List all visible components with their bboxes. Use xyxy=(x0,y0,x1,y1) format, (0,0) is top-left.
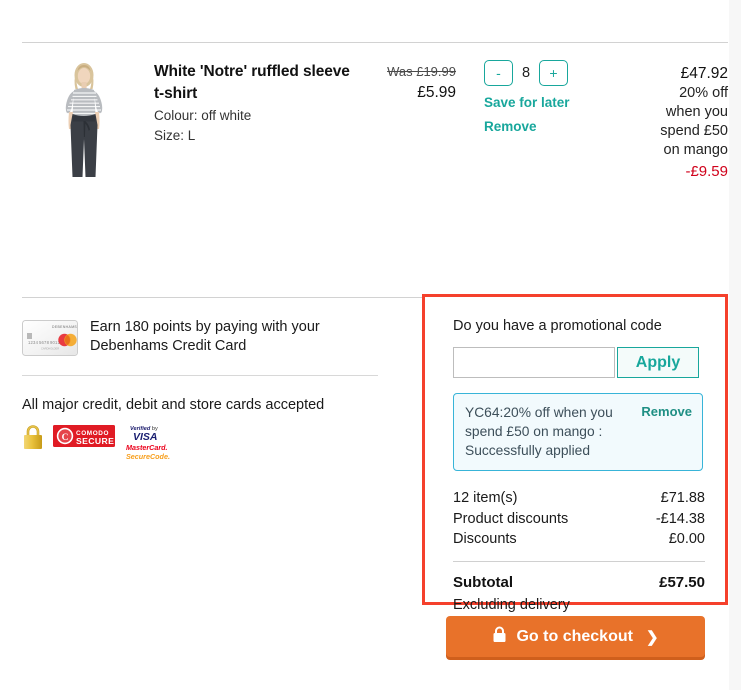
page-content: White 'Notre' ruffled sleeve t-shirt Col… xyxy=(0,0,729,690)
apply-promo-button[interactable]: Apply xyxy=(617,347,699,378)
total-row-product-discounts-label: Product discounts xyxy=(453,510,569,527)
product-thumbnail[interactable] xyxy=(52,58,116,180)
svg-text:1234: 1234 xyxy=(28,340,39,345)
verified-by-visa-mastercard-securecode-badge: Verified by VISA MasterCard. SecureCode. xyxy=(124,423,184,468)
line-promo-note-4: on mango xyxy=(663,142,729,158)
increase-quantity-button[interactable]: + xyxy=(539,60,568,86)
chevron-right-icon: ❯ xyxy=(645,628,659,646)
promo-code-input[interactable] xyxy=(453,347,615,378)
subtotal-note: Excluding delivery xyxy=(453,596,570,613)
svg-text:MasterCard.: MasterCard. xyxy=(126,443,168,452)
product-info: White 'Notre' ruffled sleeve t-shirt Col… xyxy=(154,61,354,145)
svg-text:CARDHOLDER: CARDHOLDER xyxy=(41,347,59,351)
credit-card-promo[interactable]: DEBENHAMS 1234 5678 9012 CARDHOLDER Earn… xyxy=(22,312,394,356)
product-title[interactable]: White 'Notre' ruffled sleeve t-shirt xyxy=(154,61,354,105)
svg-text:SECURE: SECURE xyxy=(76,436,114,446)
credit-card-message: Earn 180 points by paying with your Debe… xyxy=(90,319,320,354)
total-row-discounts-label: Discounts xyxy=(453,531,517,547)
now-price: £5.99 xyxy=(417,84,456,101)
subtotal-label: Subtotal xyxy=(453,573,513,591)
subtotal-value: £57.50 xyxy=(659,573,705,591)
total-row-discounts: Discounts £0.00 xyxy=(453,529,705,550)
padlock-small-icon xyxy=(492,626,507,648)
padlock-icon xyxy=(22,423,44,456)
product-price-column: Was £19.99 £5.99 xyxy=(340,63,456,104)
promo-heading: Do you have a promotional code xyxy=(453,318,662,334)
comodo-secure-badge: C COMODO SECURE xyxy=(53,423,115,454)
line-promo-note-3: spend £50 xyxy=(660,123,728,139)
go-to-checkout-button[interactable]: Go to checkout ❯ xyxy=(446,616,705,657)
total-row-items-value: £71.88 xyxy=(660,490,705,506)
svg-text:SecureCode.: SecureCode. xyxy=(126,452,170,461)
svg-text:C: C xyxy=(62,433,69,443)
line-total: £47.92 xyxy=(680,65,728,82)
quantity-value: 8 xyxy=(521,65,531,81)
cards-accepted-text: All major credit, debit and store cards … xyxy=(22,397,325,413)
line-promo-note-1: 20% off xyxy=(679,85,728,101)
was-price: Was £19.99 xyxy=(387,64,456,79)
product-size: Size: L xyxy=(154,128,196,143)
save-for-later-link[interactable]: Save for later xyxy=(484,95,594,110)
left-divider xyxy=(22,375,378,376)
svg-text:VISA: VISA xyxy=(133,431,158,443)
quantity-column: - 8 + Save for later Remove xyxy=(484,60,594,134)
top-divider xyxy=(22,42,728,43)
total-row-discounts-value: £0.00 xyxy=(668,531,705,547)
quantity-stepper: - 8 + xyxy=(484,60,594,86)
applied-promo-text: YC64:20% off when you spend £50 on mango… xyxy=(465,405,613,458)
debenhams-credit-card-icon: DEBENHAMS 1234 5678 9012 CARDHOLDER xyxy=(22,320,78,356)
payment-info-column: DEBENHAMS 1234 5678 9012 CARDHOLDER Earn… xyxy=(22,312,394,468)
totals-divider xyxy=(453,560,705,562)
promo-form: Apply xyxy=(453,347,699,378)
remove-promo-link[interactable]: Remove xyxy=(641,404,692,419)
decrease-quantity-button[interactable]: - xyxy=(484,60,513,86)
product-colour: Colour: off white xyxy=(154,108,252,123)
applied-promo-box: YC64:20% off when you spend £50 on mango… xyxy=(453,393,703,471)
subtotal-row: Subtotal £57.50 xyxy=(453,573,705,593)
line-promo-note-2: when you xyxy=(665,104,728,120)
remove-item-link[interactable]: Remove xyxy=(484,119,594,134)
order-totals: 12 item(s) £71.88 Product discounts -£14… xyxy=(453,488,705,615)
checkout-label: Go to checkout xyxy=(516,627,633,645)
total-row-items-label: 12 item(s) xyxy=(453,490,518,506)
line-discount: -£9.59 xyxy=(685,163,728,180)
svg-text:5678: 5678 xyxy=(39,340,50,345)
basket-item-row: White 'Notre' ruffled sleeve t-shirt Col… xyxy=(22,55,728,255)
svg-text:DEBENHAMS: DEBENHAMS xyxy=(52,325,77,329)
total-row-product-discounts: Product discounts -£14.38 xyxy=(453,509,705,530)
total-row-items: 12 item(s) £71.88 xyxy=(453,488,705,509)
total-row-product-discounts-value: -£14.38 xyxy=(655,510,705,527)
promo-and-summary-panel: Do you have a promotional code Apply YC6… xyxy=(422,294,728,613)
security-badges: C COMODO SECURE Verified by VISA MasterC… xyxy=(22,423,394,468)
line-total-column: £47.92 20% off when you spend £50 on man… xyxy=(602,63,728,182)
